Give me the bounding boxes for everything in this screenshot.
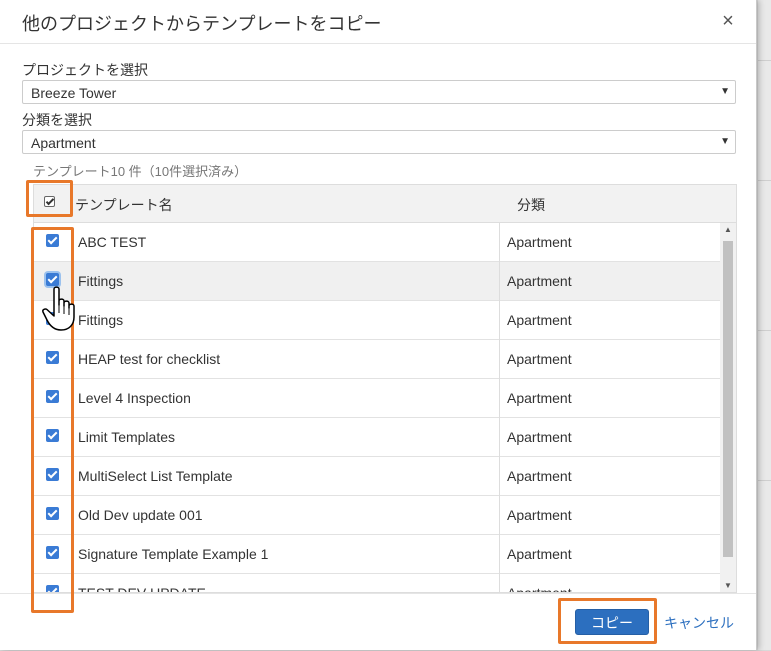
template-category-cell: Apartment xyxy=(507,429,572,445)
table-body: ABC TEST Apartment Fittings Apartment Fittin… xyxy=(34,223,720,593)
chevron-down-icon: ▼ xyxy=(720,86,730,97)
close-icon[interactable]: × xyxy=(718,10,738,32)
category-select-label: 分類を選択 xyxy=(22,112,92,128)
column-divider xyxy=(499,223,500,262)
template-category-cell: Apartment xyxy=(507,390,572,406)
dialog-header: 他のプロジェクトからテンプレートをコピー × xyxy=(0,0,756,44)
template-category-cell: Apartment xyxy=(507,507,572,523)
template-category-cell: Apartment xyxy=(507,585,572,593)
template-name-cell: TEST DEV UPDATE xyxy=(78,585,206,593)
scroll-up-icon[interactable]: ▲ xyxy=(720,223,736,237)
table-row[interactable]: ABC TEST Apartment xyxy=(34,223,720,262)
template-name-cell: MultiSelect List Template xyxy=(78,468,233,484)
template-name-cell: HEAP test for checklist xyxy=(78,351,221,367)
project-select-value: Breeze Tower xyxy=(31,85,117,101)
column-divider xyxy=(499,457,500,496)
template-category-cell: Apartment xyxy=(507,312,572,328)
template-count: テンプレート10 件（10件選択済み） xyxy=(33,164,248,179)
template-table: テンプレート名 分類 ABC TEST Apartment Fittings Apar… xyxy=(33,184,737,593)
background-divider xyxy=(758,180,771,181)
scrollbar-thumb[interactable] xyxy=(723,241,733,557)
background-page xyxy=(758,0,771,650)
table-row[interactable]: Fittings Apartment xyxy=(34,301,720,340)
template-category-cell: Apartment xyxy=(507,468,572,484)
background-divider xyxy=(758,330,771,331)
highlight-select-all xyxy=(26,180,73,217)
template-name-cell: Fittings xyxy=(78,273,124,289)
highlight-copy-button xyxy=(558,598,657,644)
template-category-cell: Apartment xyxy=(507,234,572,250)
template-name-cell: Signature Template Example 1 xyxy=(78,546,269,562)
template-name-cell: Fittings xyxy=(78,312,124,328)
project-select-label: プロジェクトを選択 xyxy=(22,62,148,78)
column-divider xyxy=(499,496,500,535)
table-row[interactable]: Level 4 Inspection Apartment xyxy=(34,379,720,418)
category-select[interactable]: Apartment ▼ xyxy=(22,130,736,154)
template-category-cell: Apartment xyxy=(507,273,572,289)
template-name-cell: ABC TEST xyxy=(78,234,147,250)
template-category-cell: Apartment xyxy=(507,351,572,367)
column-divider xyxy=(499,574,500,592)
column-divider xyxy=(499,301,500,340)
cancel-link[interactable]: キャンセル xyxy=(664,613,734,633)
copy-template-dialog: 他のプロジェクトからテンプレートをコピー × プロジェクトを選択 Breeze … xyxy=(0,0,757,650)
scroll-down-icon[interactable]: ▼ xyxy=(720,579,736,592)
table-row[interactable]: Limit Templates Apartment xyxy=(34,418,720,457)
background-divider xyxy=(758,480,771,481)
table-row[interactable]: TEST DEV UPDATE Apartment xyxy=(34,574,720,593)
column-divider xyxy=(499,379,500,418)
table-row[interactable]: MultiSelect List Template Apartment xyxy=(34,457,720,496)
chevron-down-icon: ▼ xyxy=(720,136,730,147)
category-select-value: Apartment xyxy=(31,135,96,151)
table-scrollbar[interactable]: ▲ ▼ xyxy=(720,223,736,592)
column-divider xyxy=(499,535,500,574)
project-select[interactable]: Breeze Tower ▼ xyxy=(22,80,736,104)
template-name-cell: Old Dev update 001 xyxy=(78,507,203,523)
background-divider xyxy=(758,60,771,61)
table-row[interactable]: HEAP test for checklist Apartment xyxy=(34,340,720,379)
template-category-cell: Apartment xyxy=(507,546,572,562)
template-name-cell: Level 4 Inspection xyxy=(78,390,191,406)
column-divider xyxy=(499,418,500,457)
template-name-cell: Limit Templates xyxy=(78,429,176,445)
hand-pointer-icon xyxy=(42,286,75,331)
column-divider xyxy=(499,262,500,301)
column-divider xyxy=(499,340,500,379)
table-row[interactable]: Signature Template Example 1 Apartment xyxy=(34,535,720,574)
column-header-category: 分類 xyxy=(517,197,545,213)
dialog-title: 他のプロジェクトからテンプレートをコピー xyxy=(22,14,382,34)
table-header: テンプレート名 分類 xyxy=(34,185,736,223)
table-row[interactable]: Fittings Apartment xyxy=(34,262,720,301)
table-row[interactable]: Old Dev update 001 Apartment xyxy=(34,496,720,535)
column-header-name: テンプレート名 xyxy=(75,197,173,213)
